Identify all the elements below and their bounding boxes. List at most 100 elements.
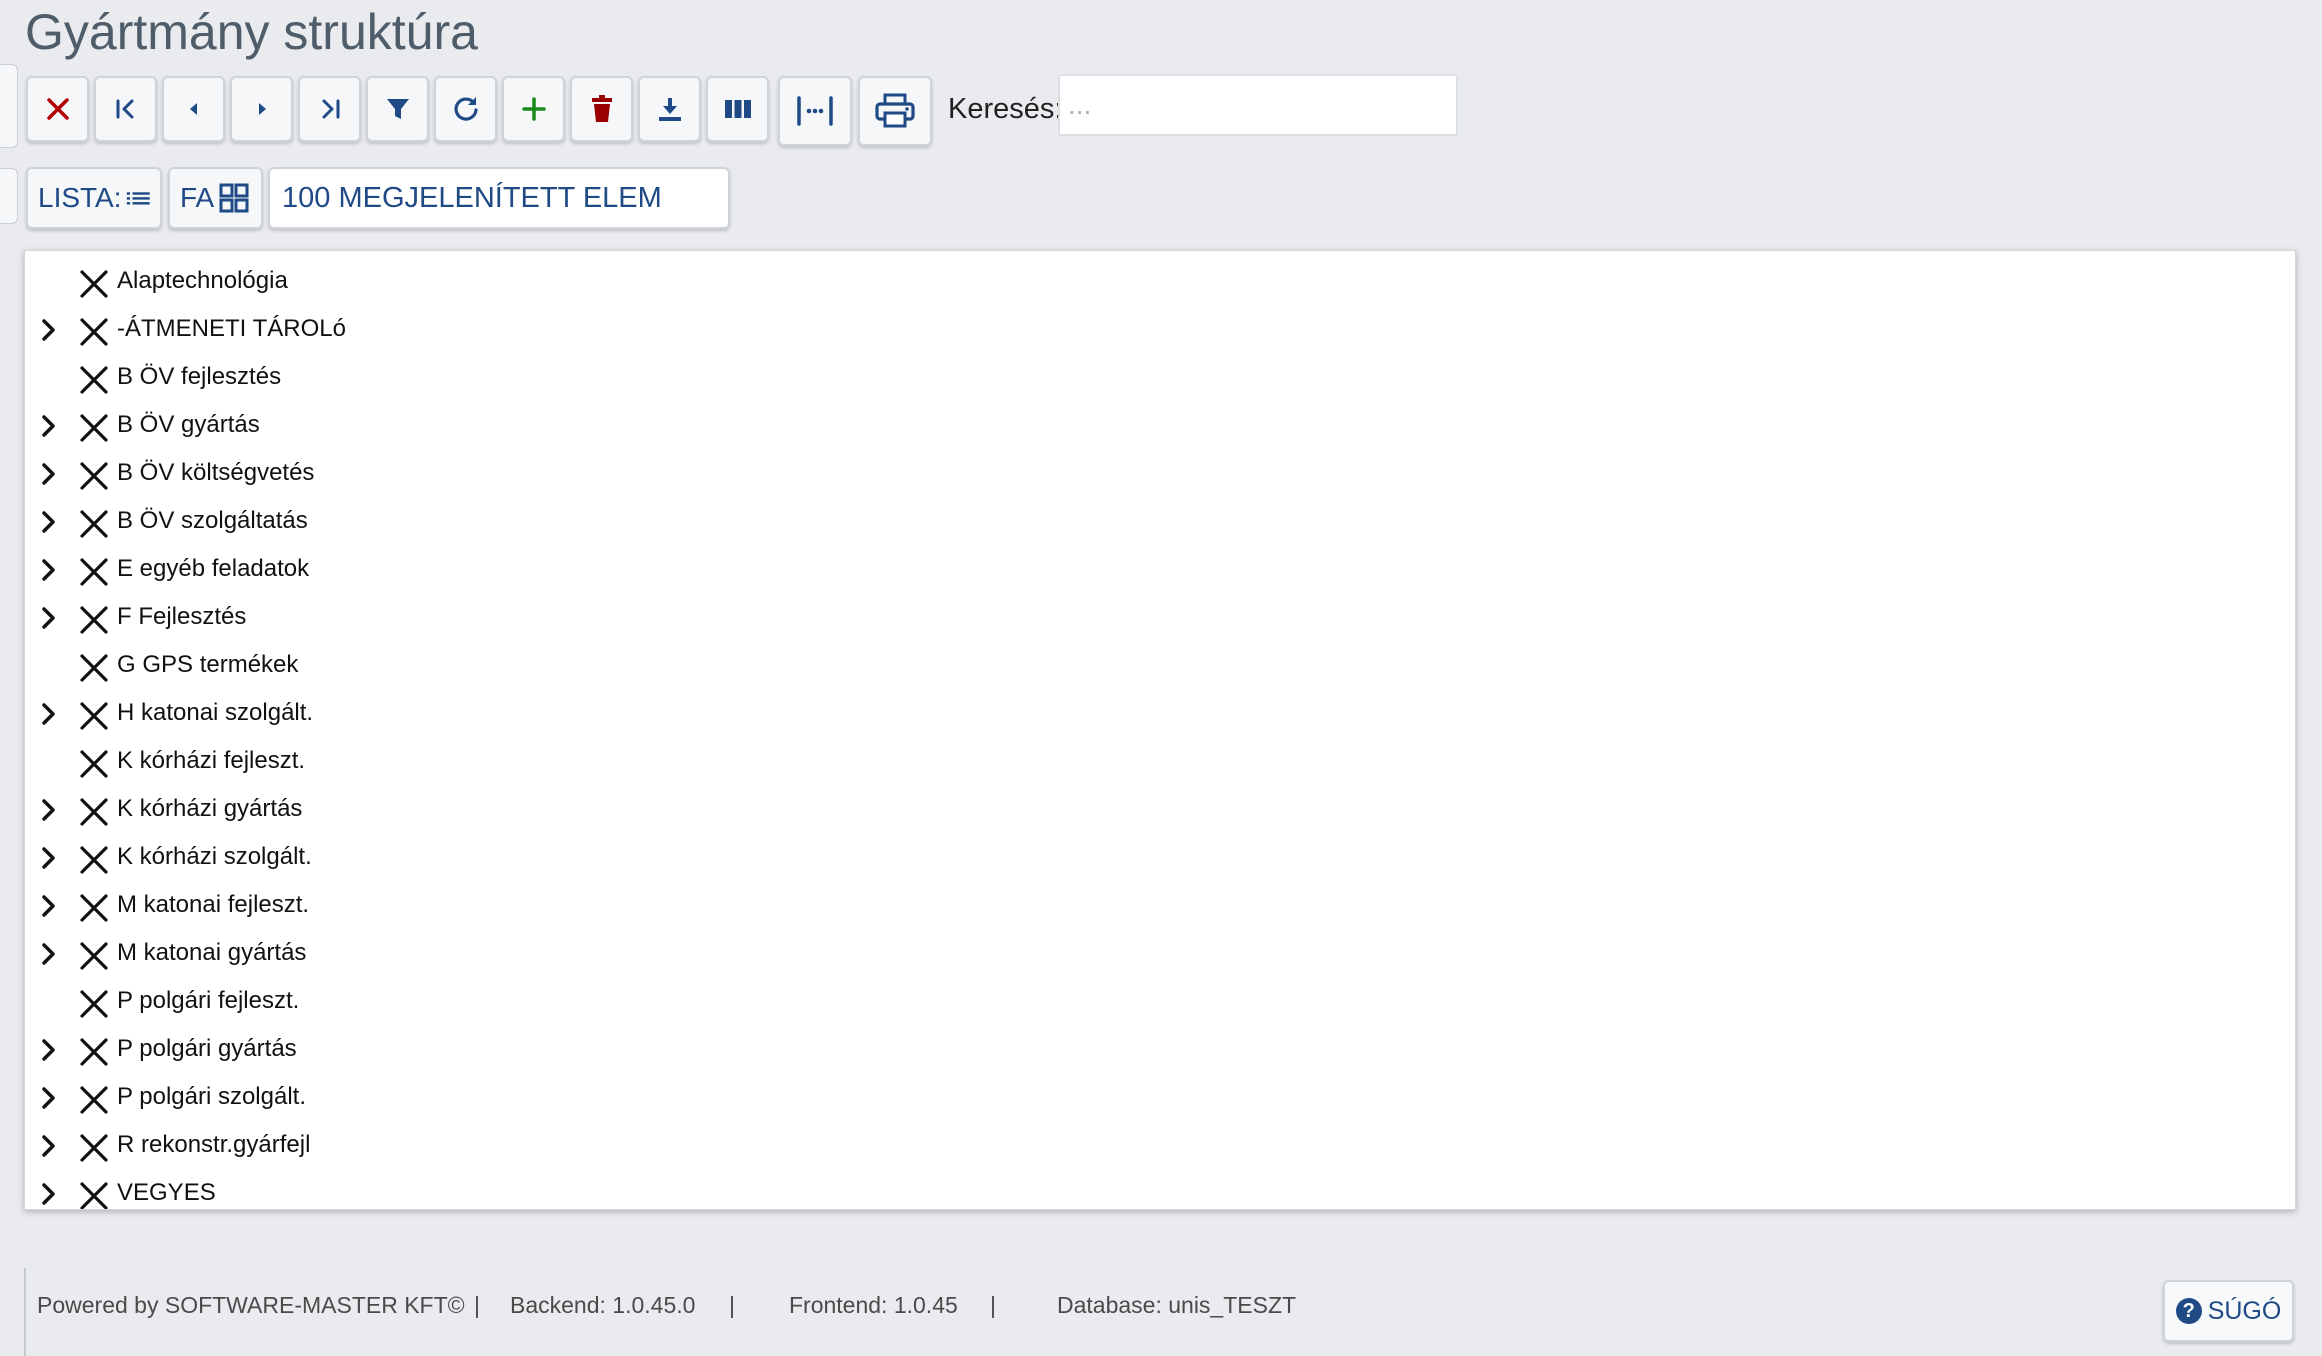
columns-button[interactable] (706, 76, 769, 142)
tree-row-label: P polgári fejleszt. (117, 987, 300, 1014)
close-icon[interactable] (77, 1083, 111, 1117)
tree-row[interactable]: -ÁTMENETI TÁROLó (25, 305, 2295, 353)
tree-row-label: B ÖV költségvetés (117, 459, 315, 486)
chevron-right-icon[interactable] (35, 413, 61, 439)
tree-row[interactable]: R rekonstr.gyárfejl (25, 1121, 2295, 1169)
close-icon[interactable] (77, 699, 111, 733)
close-icon[interactable] (77, 891, 111, 925)
download-button[interactable] (638, 76, 701, 142)
frontend-version: Frontend: 1.0.45 (789, 1292, 958, 1318)
tree-row[interactable]: M katonai gyártás (25, 929, 2295, 977)
page-title: Gyártmány struktúra (25, 4, 478, 60)
tree-row[interactable]: Alaptechnológia (25, 257, 2295, 305)
close-icon[interactable] (77, 1179, 111, 1210)
close-icon[interactable] (77, 459, 111, 493)
first-page-icon (116, 99, 133, 119)
close-icon[interactable] (77, 939, 111, 973)
chevron-right-icon[interactable] (35, 317, 61, 343)
caret-right-icon (258, 103, 266, 115)
tree-row[interactable]: P polgári fejleszt. (25, 977, 2295, 1025)
print-button[interactable] (858, 76, 932, 146)
tree-row[interactable]: B ÖV szolgáltatás (25, 497, 2295, 545)
last-button[interactable] (298, 76, 361, 142)
tree-row[interactable]: P polgári szolgált. (25, 1073, 2295, 1121)
close-icon[interactable] (77, 843, 111, 877)
close-icon[interactable] (77, 651, 111, 685)
tree-row[interactable]: F Fejlesztés (25, 593, 2295, 641)
close-icon[interactable] (77, 795, 111, 829)
tree-row[interactable]: M katonai fejleszt. (25, 881, 2295, 929)
close-icon[interactable] (77, 1131, 111, 1165)
left-panel-edge (0, 168, 18, 224)
help-button[interactable]: ? SÚGÓ (2163, 1280, 2294, 1342)
close-icon[interactable] (77, 1035, 111, 1069)
chevron-right-icon[interactable] (35, 1037, 61, 1063)
list-view-button[interactable]: LISTA: (26, 167, 162, 229)
close-icon[interactable] (77, 411, 111, 445)
download-icon (658, 98, 681, 121)
tree-row[interactable]: B ÖV gyártás (25, 401, 2295, 449)
close-icon[interactable] (77, 363, 111, 397)
filter-button[interactable] (366, 76, 429, 142)
close-button[interactable] (26, 76, 89, 142)
tree-row-label: P polgári gyártás (117, 1035, 297, 1062)
chevron-right-icon[interactable] (35, 1133, 61, 1159)
grid-icon (219, 183, 249, 213)
item-count-select[interactable]: 100 MEGJELENÍTETT ELEM (268, 167, 730, 229)
first-button[interactable] (94, 76, 157, 142)
fit-width-icon (797, 96, 833, 126)
list-icon (126, 192, 150, 205)
tree-row[interactable]: K kórházi fejleszt. (25, 737, 2295, 785)
chevron-right-icon[interactable] (35, 797, 61, 823)
close-icon[interactable] (77, 603, 111, 637)
search-input[interactable] (1058, 74, 1458, 136)
prev-button[interactable] (162, 76, 225, 142)
delete-button[interactable] (570, 76, 633, 142)
fit-width-button[interactable] (778, 76, 852, 146)
tree-row[interactable]: VEGYES (25, 1169, 2295, 1210)
list-view-label: LISTA: (38, 182, 122, 213)
tree-row-label: K kórházi gyártás (117, 795, 303, 822)
tree-row-label: Alaptechnológia (117, 267, 288, 294)
chevron-right-icon[interactable] (35, 605, 61, 631)
close-icon[interactable] (77, 507, 111, 541)
tree-row-label: -ÁTMENETI TÁROLó (117, 315, 346, 342)
add-button[interactable] (502, 76, 565, 142)
tree-row[interactable]: G GPS termékek (25, 641, 2295, 689)
tree-row-label: P polgári szolgált. (117, 1083, 306, 1110)
close-icon[interactable] (77, 747, 111, 781)
close-icon[interactable] (77, 267, 111, 301)
chevron-right-icon[interactable] (35, 1085, 61, 1111)
tree-row-label: K kórházi szolgált. (117, 843, 312, 870)
tree-row[interactable]: P polgári gyártás (25, 1025, 2295, 1073)
caret-left-icon (189, 103, 197, 115)
tree-row[interactable]: K kórházi szolgált. (25, 833, 2295, 881)
chevron-right-icon[interactable] (35, 893, 61, 919)
chevron-right-icon[interactable] (35, 557, 61, 583)
chevron-right-icon[interactable] (35, 845, 61, 871)
tree-row-label: R rekonstr.gyárfejl (117, 1131, 311, 1158)
footer: Powered by SOFTWARE-MASTER KFT© | Backen… (24, 1268, 2322, 1356)
tree-row[interactable]: B ÖV költségvetés (25, 449, 2295, 497)
next-button[interactable] (230, 76, 293, 142)
database-name: Database: unis_TESZT (1057, 1292, 1297, 1318)
chevron-right-icon[interactable] (35, 509, 61, 535)
close-icon[interactable] (77, 315, 111, 349)
chevron-right-icon[interactable] (35, 941, 61, 967)
footer-separator: | (990, 1292, 996, 1318)
tree-row-label: G GPS termékek (117, 651, 299, 678)
tree-row[interactable]: B ÖV fejlesztés (25, 353, 2295, 401)
chevron-right-icon[interactable] (35, 1181, 61, 1207)
refresh-button[interactable] (434, 76, 497, 142)
tree-row-label: E egyéb feladatok (117, 555, 310, 582)
tree-view-button[interactable]: FA (168, 167, 263, 229)
tree-view-label: FA (180, 182, 215, 213)
chevron-right-icon[interactable] (35, 701, 61, 727)
tree-row[interactable]: H katonai szolgált. (25, 689, 2295, 737)
backend-version: Backend: 1.0.45.0 (510, 1292, 696, 1318)
chevron-right-icon[interactable] (35, 461, 61, 487)
tree-row[interactable]: E egyéb feladatok (25, 545, 2295, 593)
close-icon[interactable] (77, 555, 111, 589)
tree-row[interactable]: K kórházi gyártás (25, 785, 2295, 833)
close-icon[interactable] (77, 987, 111, 1021)
